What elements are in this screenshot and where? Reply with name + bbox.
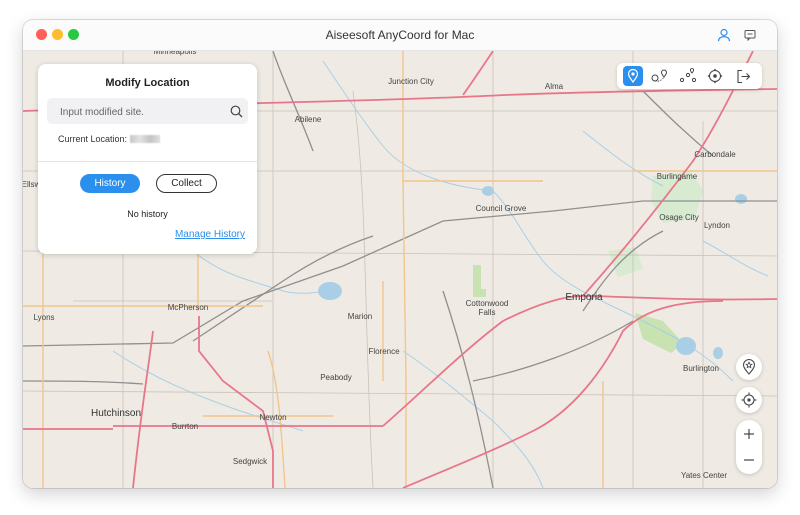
zoom-control [736,420,762,474]
title-bar: Aiseesoft AnyCoord for Mac [23,20,777,51]
current-location-label: Current Location: [58,134,128,144]
multi-stop-mode-icon[interactable] [678,66,698,86]
map-town-label: Hutchinson [90,408,142,419]
plus-icon [744,429,754,439]
map-town-label: Lyons [33,313,55,322]
exit-icon[interactable] [733,66,753,86]
map-town-label: Burrton [171,422,199,431]
modify-location-icon[interactable] [623,66,643,86]
favorite-location-button[interactable] [736,354,762,380]
feedback-icon[interactable] [741,26,759,44]
crosshair-icon [741,392,757,408]
map-town-label: Newton [259,413,287,422]
map-town-label: Sedgwick [232,457,268,466]
search-box [47,98,248,124]
map-town-label: McPherson [167,303,209,312]
map-town-label: Marion [347,312,373,321]
map-town-label: Junction City [388,77,434,86]
empty-history-text: No history [127,209,168,219]
manage-history-link[interactable]: Manage History [175,229,245,240]
map-town-label: Osage City [659,213,699,222]
joystick-mode-icon[interactable] [705,66,725,86]
user-icon[interactable] [715,26,733,44]
window-title: Aiseesoft AnyCoord for Mac [325,28,475,42]
map-town-label: Carbondale [694,150,736,159]
map-town-label: Lyndon [704,221,730,230]
map-town-label: Falls [478,308,496,317]
map-town-label: Alma [544,82,564,91]
zoom-out-button[interactable] [736,447,762,473]
map-town-label: Council Grove [475,204,527,213]
one-stop-mode-icon[interactable] [650,66,670,86]
map-town-label: Burlingame [656,172,698,181]
search-icon[interactable] [228,103,244,119]
mode-toolbar [617,63,762,89]
map-town-label: Peabody [320,373,352,382]
app-window: Aiseesoft AnyCoord for Mac Minneapolis J… [23,20,777,488]
divider [38,161,257,162]
zoom-in-button[interactable] [736,421,762,447]
map-town-label: Emporia [565,292,603,303]
map-town-label: Cottonwood [465,299,509,308]
minus-icon [744,459,754,461]
map-town-label: Yates Center [680,471,728,480]
current-location: Current Location: [58,134,161,144]
search-input[interactable] [58,103,222,121]
map-town-label: Abilene [294,115,322,124]
modify-location-panel: Modify Location Current Location: Histor… [38,64,257,254]
current-location-value [130,135,161,143]
map-town-label: Burlington [682,364,720,373]
tab-collect[interactable]: Collect [156,174,217,193]
panel-title: Modify Location [105,77,190,89]
map-town-label: Florence [368,347,400,356]
tab-history[interactable]: History [80,174,140,193]
locate-me-button[interactable] [736,387,762,413]
star-pin-icon [742,359,756,375]
